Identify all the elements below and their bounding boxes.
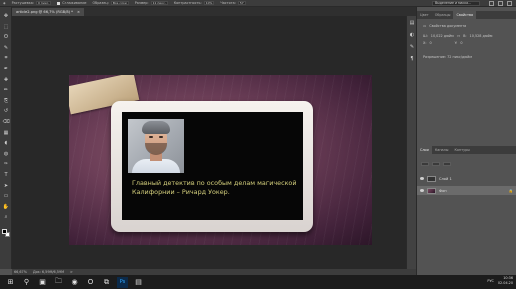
- layer-row[interactable]: Фон 🔒: [417, 186, 516, 195]
- layer-name: Фон: [439, 188, 447, 193]
- healing-icon[interactable]: ✚: [3, 77, 9, 83]
- properties-section-title: ▭ Свойства документа: [423, 24, 467, 28]
- language-indicator[interactable]: РУС: [487, 279, 493, 283]
- portrait-photo: [128, 119, 184, 173]
- brush-icon[interactable]: ✏: [3, 87, 9, 93]
- layers-controls: [417, 160, 516, 168]
- portrait-caption: Главный детектив по особым делам магичес…: [132, 179, 297, 196]
- tab-paths[interactable]: Контуры: [451, 146, 473, 154]
- tablet-screen: Главный детектив по особым делам магичес…: [122, 112, 303, 220]
- tab-channels[interactable]: Каналы: [432, 146, 452, 154]
- gradient-icon[interactable]: ▦: [3, 130, 9, 136]
- canvas-workspace[interactable]: Главный детектив по особым делам магичес…: [12, 16, 416, 269]
- folder-icon[interactable]: ▤: [133, 277, 144, 288]
- select-and-mask-button[interactable]: Выделение и маска...: [432, 1, 480, 6]
- resolution-text: Разрешение: 72 пикс/дюйм: [423, 55, 472, 59]
- option-antialias[interactable]: Сглаживание: [57, 1, 87, 5]
- xy-row: X: 0 Y: 0: [423, 41, 463, 45]
- link-icon[interactable]: ⊶: [457, 34, 460, 38]
- document-tab-bar: article2.png @ 66,7% (RGB/8) * ×: [12, 7, 416, 16]
- chrome-icon[interactable]: ◉: [69, 277, 80, 288]
- width-field[interactable]: 10,022 дюйм: [431, 34, 454, 38]
- opera-icon[interactable]: O: [85, 277, 96, 288]
- visibility-eye-icon[interactable]: [420, 189, 424, 192]
- close-icon[interactable]: ×: [77, 8, 80, 16]
- y-field[interactable]: 0: [460, 41, 462, 45]
- visibility-eye-icon[interactable]: [420, 177, 424, 180]
- height-field[interactable]: 10,528 дюйм: [470, 34, 493, 38]
- path-select-icon[interactable]: ➤: [3, 183, 9, 189]
- eraser-icon[interactable]: ⌫: [2, 119, 9, 125]
- tab-properties[interactable]: Свойства: [453, 11, 477, 19]
- quick-select-icon[interactable]: ✎: [3, 45, 9, 51]
- tab-color[interactable]: Цвет: [417, 11, 432, 19]
- document-icon: ▭: [423, 24, 427, 28]
- tools-panel: ✥ ⬚ ʘ ✎ ⌗ ✒ ✚ ✏ ⎘ ↺ ⌫ ▦ ◖ ◍ ✑ T ➤ ▭ ✋ ⌕: [0, 7, 12, 269]
- blur-icon[interactable]: ◖: [3, 140, 9, 146]
- layer-row[interactable]: Слой 1: [417, 174, 516, 183]
- type-icon[interactable]: T: [3, 172, 9, 178]
- lock-icon: 🔒: [508, 188, 513, 193]
- tool-preset-icon[interactable]: ◈: [3, 1, 6, 5]
- search-icon[interactable]: [489, 1, 494, 6]
- dodge-icon[interactable]: ◍: [3, 151, 9, 157]
- options-bar: ◈ Растушевка: 0 пикс. Сглаживание Образец…: [0, 0, 516, 7]
- blend-mode-dropdown[interactable]: [432, 162, 440, 166]
- search-icon[interactable]: ⚲: [21, 277, 32, 288]
- marquee-icon[interactable]: ⬚: [3, 24, 9, 30]
- workspace-icons: [489, 1, 512, 6]
- x-field[interactable]: 0: [429, 41, 431, 45]
- windows-start-icon[interactable]: ⊞: [5, 277, 16, 288]
- windows-taskbar: ⊞ ⚲ ▣ 🗀 ◉ O ⧉ Ps ▤ РУС 10:36 02.04.20: [0, 275, 516, 289]
- lasso-icon[interactable]: ʘ: [3, 34, 9, 40]
- properties-tabs: Цвет Образцы Свойства: [417, 11, 516, 19]
- document-canvas[interactable]: Главный детектив по особым делам магичес…: [69, 75, 372, 245]
- layers-tabs: Слои Каналы Контуры: [417, 146, 516, 154]
- panel-icon-column: ▤ ◐ ✎ ¶: [406, 16, 416, 269]
- eyedropper-icon[interactable]: ✒: [3, 66, 9, 72]
- tablet-device: Главный детектив по особым делам магичес…: [111, 101, 313, 232]
- opacity-field[interactable]: [443, 162, 451, 166]
- brush-panel-icon[interactable]: ✎: [409, 44, 415, 50]
- option-size[interactable]: Размер: 11 пикс.: [135, 1, 168, 5]
- layer-name: Слой 1: [439, 176, 452, 181]
- foreground-color-swatch[interactable]: [2, 229, 7, 234]
- document-tab-title: article2.png @ 66,7% (RGB/8) *: [16, 10, 73, 14]
- adjustments-panel-icon[interactable]: ◐: [409, 32, 415, 38]
- layer-thumbnail: [427, 175, 436, 182]
- history-brush-icon[interactable]: ↺: [3, 108, 9, 114]
- option-contrast[interactable]: Контрастность: 10%: [174, 1, 215, 5]
- layer-thumbnail: [427, 187, 436, 194]
- right-panels: Цвет Образцы Свойства ▭ Свойства докумен…: [416, 7, 516, 275]
- option-frequency[interactable]: Частота: 57: [220, 1, 246, 5]
- tab-layers[interactable]: Слои: [417, 146, 432, 154]
- crop-icon[interactable]: ⌗: [3, 55, 9, 61]
- stamp-icon[interactable]: ⎘: [3, 98, 9, 104]
- vs-icon[interactable]: ⧉: [101, 277, 112, 288]
- antialias-checkbox[interactable]: [57, 1, 61, 5]
- shape-icon[interactable]: ▭: [3, 193, 9, 199]
- clock[interactable]: 10:36 02.04.20: [498, 276, 513, 286]
- width-height-row: Ш: 10,022 дюйм ⊶ В: 10,528 дюйм: [423, 34, 493, 38]
- share-icon[interactable]: [507, 1, 512, 6]
- pen-icon[interactable]: ✑: [3, 161, 9, 167]
- photoshop-icon[interactable]: Ps: [117, 276, 128, 288]
- layer-filter-dropdown[interactable]: [421, 162, 429, 166]
- hand-icon[interactable]: ✋: [3, 204, 9, 210]
- option-feather[interactable]: Растушевка: 0 пикс.: [12, 1, 52, 5]
- system-tray: РУС 10:36 02.04.20: [487, 276, 513, 286]
- workspace-icon[interactable]: [498, 1, 503, 6]
- paragraph-panel-icon[interactable]: ¶: [409, 56, 415, 62]
- zoom-icon[interactable]: ⌕: [3, 214, 9, 220]
- explorer-icon[interactable]: 🗀: [53, 277, 64, 288]
- history-panel-icon[interactable]: ▤: [409, 20, 415, 26]
- document-tab[interactable]: article2.png @ 66,7% (RGB/8) * ×: [12, 8, 84, 16]
- tab-swatches[interactable]: Образцы: [432, 11, 454, 19]
- move-icon[interactable]: ✥: [3, 13, 9, 19]
- task-view-icon[interactable]: ▣: [37, 277, 48, 288]
- option-sample[interactable]: Образец: Все слои: [93, 1, 129, 5]
